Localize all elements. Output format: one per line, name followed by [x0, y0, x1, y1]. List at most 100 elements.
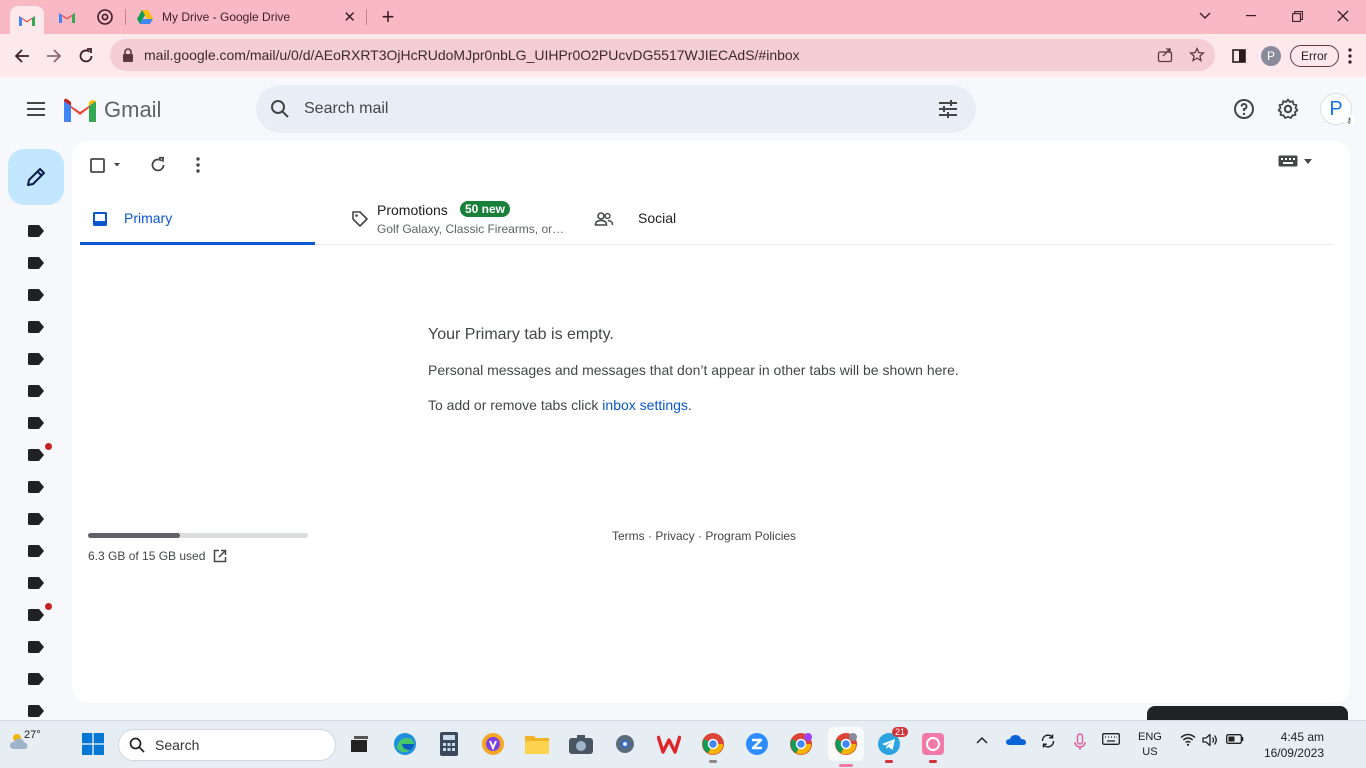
new-tab-button[interactable]: +	[376, 4, 400, 29]
profile-button[interactable]: P	[1260, 43, 1282, 69]
gmail-m-icon	[64, 98, 96, 122]
touch-keyboard-icon[interactable]	[1102, 733, 1120, 748]
close-tab-icon[interactable]: ✕	[343, 8, 356, 26]
gmail-icon	[59, 13, 75, 23]
tab-social[interactable]: Social	[592, 193, 792, 245]
onedrive-icon[interactable]	[1006, 733, 1026, 749]
tab-search-chevron-icon[interactable]	[1182, 4, 1228, 28]
label-tag-icon[interactable]	[28, 705, 44, 717]
tab-primary[interactable]: Primary	[80, 193, 315, 245]
compose-button[interactable]	[8, 149, 64, 205]
telegram-icon[interactable]: 21	[876, 727, 908, 763]
gmail-logo[interactable]: Gmail	[64, 97, 161, 123]
reload-icon	[79, 48, 93, 63]
chrome-menu-icon[interactable]	[1340, 43, 1360, 69]
label-tag-icon[interactable]	[28, 577, 44, 589]
search-icon[interactable]	[268, 97, 292, 121]
tab-promotions[interactable]: Promotions 50 new Golf Galaxy, Classic F…	[340, 193, 580, 245]
input-language-indicator[interactable]: ENG US	[1138, 730, 1162, 760]
wps-office-icon[interactable]	[656, 731, 682, 757]
forward-button[interactable]	[41, 43, 67, 69]
microphone-icon[interactable]	[1074, 733, 1086, 754]
tab-title: My Drive - Google Drive	[162, 10, 291, 24]
taskbar-search[interactable]: Search	[118, 729, 336, 761]
label-tag-icon[interactable]	[28, 321, 44, 333]
label-tag-icon[interactable]	[28, 417, 44, 429]
chrome-pinned-tab[interactable]	[88, 4, 122, 30]
file-explorer-icon[interactable]	[524, 731, 550, 757]
windows-start-button[interactable]	[80, 731, 106, 757]
select-all-checkbox[interactable]	[88, 153, 124, 177]
chrome-profile-2-icon[interactable]	[788, 731, 814, 757]
terms-link[interactable]: Terms	[612, 529, 645, 543]
calculator-icon[interactable]	[436, 731, 462, 757]
gmail-pinned-tab-2[interactable]	[50, 4, 84, 30]
label-tag-icon[interactable]	[28, 257, 44, 269]
google-drive-icon	[137, 10, 153, 24]
system-clock[interactable]: 4:45 am 16/09/2023	[1256, 729, 1324, 761]
tab-separator	[366, 9, 367, 25]
chrome-profile-1-icon[interactable]	[700, 731, 726, 763]
camera-app-icon[interactable]	[568, 731, 594, 757]
lock-icon[interactable]	[122, 48, 134, 62]
keyboard-layout-code: US	[1142, 746, 1158, 758]
label-tag-icon[interactable]	[28, 609, 44, 621]
inbox-settings-link[interactable]: inbox settings	[602, 397, 688, 413]
input-tools-button[interactable]	[1278, 155, 1312, 167]
storage-usage-text: 6.3 GB of 15 GB used	[88, 549, 206, 563]
program-policies-link[interactable]: Program Policies	[705, 529, 796, 543]
settings-hint-suffix: .	[687, 397, 692, 413]
label-tag-icon[interactable]	[28, 449, 44, 461]
footer-links: Terms · Privacy · Program Policies	[612, 529, 796, 543]
url-text[interactable]: mail.google.com/mail/u/0/d/AEoRXRT3OjHcR…	[144, 47, 1151, 63]
close-window-button[interactable]	[1320, 4, 1366, 28]
show-hidden-icons-chevron[interactable]	[976, 733, 988, 747]
settings-app-icon[interactable]	[612, 731, 638, 757]
address-bar[interactable]: mail.google.com/mail/u/0/d/AEoRXRT3OjHcR…	[110, 39, 1215, 71]
reload-button[interactable]	[73, 43, 99, 69]
gmail-pinned-tab[interactable]	[10, 6, 44, 34]
vpn-app-icon[interactable]	[480, 731, 506, 757]
edge-browser-icon[interactable]	[392, 731, 418, 757]
more-options-icon[interactable]	[186, 153, 210, 177]
label-tag-icon[interactable]	[28, 225, 44, 237]
sync-icon[interactable]	[1040, 733, 1056, 752]
tab-google-drive[interactable]: My Drive - Google Drive ✕	[126, 2, 364, 32]
task-view-icon[interactable]	[346, 731, 372, 757]
main-menu-icon[interactable]	[24, 97, 48, 121]
wifi-icon[interactable]	[1180, 733, 1196, 749]
label-tag-icon[interactable]	[28, 673, 44, 685]
inbox-panel: Primary Promotions 50 new Golf Galaxy, C…	[72, 141, 1350, 703]
bookmark-star-icon[interactable]	[1183, 41, 1211, 69]
restore-button[interactable]	[1274, 4, 1320, 28]
label-tag-icon[interactable]	[28, 353, 44, 365]
search-input[interactable]	[304, 100, 936, 118]
help-icon[interactable]	[1232, 97, 1256, 121]
label-tag-icon[interactable]	[28, 289, 44, 301]
key-icon: ⚷	[1343, 114, 1355, 126]
windows-taskbar: 27° Search 21 ENG US 4:45 am 16/09/2023	[0, 720, 1366, 768]
share-icon[interactable]	[1151, 41, 1179, 69]
chrome-profile-3-active[interactable]	[828, 727, 864, 767]
label-tag-icon[interactable]	[28, 481, 44, 493]
search-options-icon[interactable]	[936, 97, 960, 121]
label-tag-icon[interactable]	[28, 513, 44, 525]
side-panel-icon[interactable]	[1228, 43, 1250, 69]
tab-social-label: Social	[638, 210, 677, 226]
label-tag-icon[interactable]	[28, 385, 44, 397]
privacy-link[interactable]: Privacy	[655, 529, 694, 543]
zoom-app-icon[interactable]	[744, 731, 770, 757]
label-tag-icon[interactable]	[28, 641, 44, 653]
arrow-left-icon	[14, 49, 29, 63]
settings-gear-icon[interactable]	[1276, 97, 1300, 121]
label-tag-icon[interactable]	[28, 545, 44, 557]
back-button[interactable]	[9, 43, 35, 69]
account-avatar[interactable]: P ⚷	[1320, 93, 1355, 126]
volume-icon[interactable]	[1202, 733, 1218, 750]
minimize-button[interactable]	[1228, 4, 1274, 28]
open-external-icon[interactable]	[213, 549, 227, 563]
photo-app-icon[interactable]	[920, 731, 946, 763]
refresh-icon[interactable]	[146, 153, 170, 177]
error-button[interactable]: Error	[1290, 43, 1339, 69]
battery-icon[interactable]	[1226, 733, 1244, 748]
